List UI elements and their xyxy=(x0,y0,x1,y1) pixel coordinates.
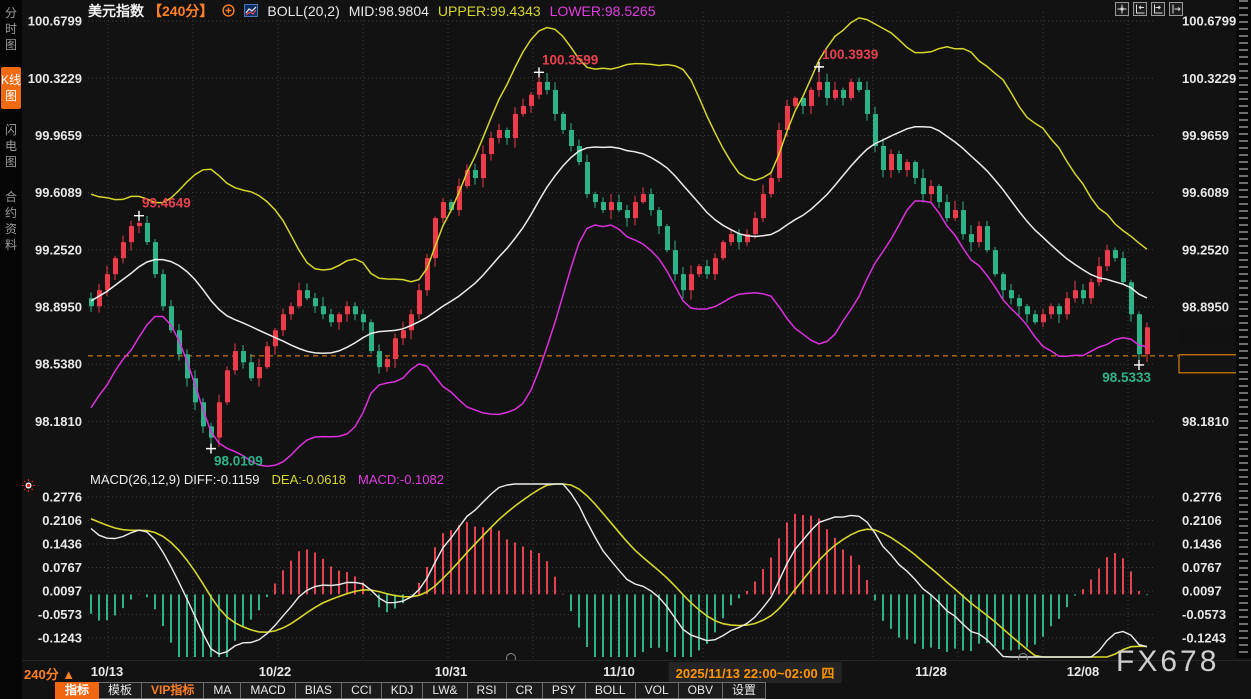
time-axis: 240分 ▲ 10/13 10/22 10/31 11/10 11/28 12/08 202… xyxy=(0,660,1251,682)
svg-text:0.2776: 0.2776 xyxy=(1182,489,1222,504)
cross-marker-icon xyxy=(1134,360,1144,370)
svg-text:98.5333: 98.5333 xyxy=(1102,370,1151,385)
toolbar-button[interactable]: RSI xyxy=(468,682,507,699)
svg-text:98.1810: 98.1810 xyxy=(1182,414,1229,429)
time-axis-label: 10/22 xyxy=(259,664,292,679)
chart-tools xyxy=(1115,2,1183,16)
chart-canvas[interactable]: 100.6799 100.6799 100.3229 100.3229 99.9659 9… xyxy=(0,0,1251,699)
svg-text:100.6799: 100.6799 xyxy=(1182,14,1236,29)
boll-params-label: BOLL(20,2) xyxy=(267,3,339,19)
expand-x-icon[interactable] xyxy=(1151,2,1165,16)
svg-text:99.9659: 99.9659 xyxy=(1182,128,1229,143)
toolbar-button[interactable]: 模板 xyxy=(99,682,142,699)
macd-header: MACD(26,12,9) DIFF:-0.1159 DEA:-0.0618 M… xyxy=(90,471,444,487)
svg-text:-0.1243: -0.1243 xyxy=(38,631,82,646)
svg-text:99.2520: 99.2520 xyxy=(1182,242,1229,257)
price-annotations: 99.4649 98.0109 100.3599 100.3939 98.5333 xyxy=(134,47,1151,469)
svg-text:99.9659: 99.9659 xyxy=(35,128,82,143)
selected-bar-time: 2025/11/13 22:00~02:00 四 xyxy=(669,662,842,683)
svg-text:98.0109: 98.0109 xyxy=(214,454,263,469)
svg-text:0.0097: 0.0097 xyxy=(1182,584,1222,599)
toolbar-button[interactable]: VIP指标 xyxy=(142,682,204,699)
svg-text:0.0767: 0.0767 xyxy=(42,560,82,575)
candlesticks xyxy=(89,67,1150,449)
svg-text:0.1436: 0.1436 xyxy=(42,537,82,552)
cross-marker-icon xyxy=(206,444,216,454)
boll-mid-value: MID:98.9804 xyxy=(349,3,429,19)
toolbar-button[interactable]: BOLL xyxy=(586,682,636,699)
sidebar-item-kline[interactable]: K线图 xyxy=(1,67,21,109)
watermark: FX678 xyxy=(1116,645,1219,679)
svg-text:100.3229: 100.3229 xyxy=(1182,71,1236,86)
time-axis-label: 11/28 xyxy=(915,664,947,679)
toolbar-button[interactable]: BIAS xyxy=(296,682,342,699)
cross-marker-icon xyxy=(814,62,824,72)
toolbar-button[interactable]: LW& xyxy=(423,682,467,699)
svg-text:-0.1243: -0.1243 xyxy=(1182,631,1226,646)
svg-text:99.6089: 99.6089 xyxy=(35,185,82,200)
svg-text:100.3939: 100.3939 xyxy=(822,47,878,62)
svg-text:98.1810: 98.1810 xyxy=(35,414,82,429)
macd-dea-value: DEA:-0.0618 xyxy=(272,472,346,487)
toolbar-button[interactable]: CCI xyxy=(342,682,382,699)
toolbar-button[interactable]: KDJ xyxy=(382,682,424,699)
period-badge[interactable]: 【240分】 xyxy=(148,1,213,21)
svg-text:100.3229: 100.3229 xyxy=(28,71,82,86)
macd-histogram xyxy=(91,514,1147,657)
svg-text:100.6799: 100.6799 xyxy=(28,14,82,29)
period-label[interactable]: 240分 ▲ xyxy=(24,664,75,683)
time-axis-label: 11/10 xyxy=(603,664,635,679)
svg-text:0.1436: 0.1436 xyxy=(1182,537,1222,552)
cross-marker-icon xyxy=(534,67,544,77)
time-axis-label: 10/31 xyxy=(435,664,468,679)
toolbar-button[interactable]: 指标 xyxy=(55,682,99,699)
svg-text:98.5380: 98.5380 xyxy=(35,357,82,372)
svg-text:99.2520: 99.2520 xyxy=(35,242,82,257)
sidebar-item-timeshare[interactable]: 分时图 xyxy=(1,0,21,59)
svg-text:-0.0573: -0.0573 xyxy=(38,607,82,622)
svg-text:0.0767: 0.0767 xyxy=(1182,560,1222,575)
svg-text:99.4649: 99.4649 xyxy=(142,196,191,211)
indicator-toolbar: 指标模板VIP指标MAMACDBIASCCIKDJLW&RSICRPSYBOLL… xyxy=(55,682,766,699)
macd-value: MACD:-0.1082 xyxy=(358,472,444,487)
time-axis-label: 10/13 xyxy=(91,664,124,679)
svg-text:98.8950: 98.8950 xyxy=(1182,300,1229,315)
right-scroll-strip[interactable] xyxy=(1236,0,1251,658)
mini-chart-icon[interactable] xyxy=(244,4,258,17)
toolbar-button[interactable]: VOL xyxy=(636,682,679,699)
shift-right-icon[interactable] xyxy=(1169,2,1183,16)
macd-diff-value: MACD(26,12,9) DIFF:-0.1159 xyxy=(90,472,260,487)
toolbar-button[interactable]: MA xyxy=(204,682,241,699)
svg-text:0.2776: 0.2776 xyxy=(42,489,82,504)
svg-text:99.6089: 99.6089 xyxy=(1182,185,1229,200)
pan-icon[interactable] xyxy=(1115,2,1129,16)
sidebar: 分时图 K线图 闪电图 合约资料 xyxy=(0,0,22,699)
symbol-title: 美元指数 xyxy=(88,1,144,21)
axis-labels: 100.6799 100.6799 100.3229 100.3229 99.9659 9… xyxy=(28,14,1236,646)
toolbar-button[interactable]: OBV xyxy=(679,682,723,699)
svg-text:-0.0573: -0.0573 xyxy=(1182,607,1226,622)
boll-lower-value: LOWER:98.5265 xyxy=(550,3,656,19)
svg-text:98.8950: 98.8950 xyxy=(35,300,82,315)
svg-text:0.2106: 0.2106 xyxy=(1182,513,1222,528)
svg-text:100.3599: 100.3599 xyxy=(542,52,598,67)
toolbar-button[interactable]: PSY xyxy=(543,682,586,699)
chart-header: 美元指数 【240分】 BOLL(20,2) MID:98.9804 UPPER… xyxy=(88,2,655,19)
boll-upper-value: UPPER:99.4343 xyxy=(438,3,541,19)
svg-text:0.2106: 0.2106 xyxy=(42,513,82,528)
grid xyxy=(88,12,1155,657)
cross-marker-icon xyxy=(134,211,144,221)
alert-icon[interactable] xyxy=(21,478,36,498)
sidebar-item-contract-info[interactable]: 合约资料 xyxy=(1,184,21,259)
sidebar-item-lightning[interactable]: 闪电图 xyxy=(1,117,21,176)
toolbar-button[interactable]: CR xyxy=(507,682,543,699)
time-axis-label: 12/08 xyxy=(1067,664,1100,679)
toolbar-button[interactable]: 设置 xyxy=(723,682,766,699)
toolbar-button[interactable]: MACD xyxy=(241,682,295,699)
add-indicator-icon[interactable] xyxy=(222,4,235,17)
compress-x-icon[interactable] xyxy=(1133,2,1147,16)
svg-text:0.0097: 0.0097 xyxy=(42,584,82,599)
